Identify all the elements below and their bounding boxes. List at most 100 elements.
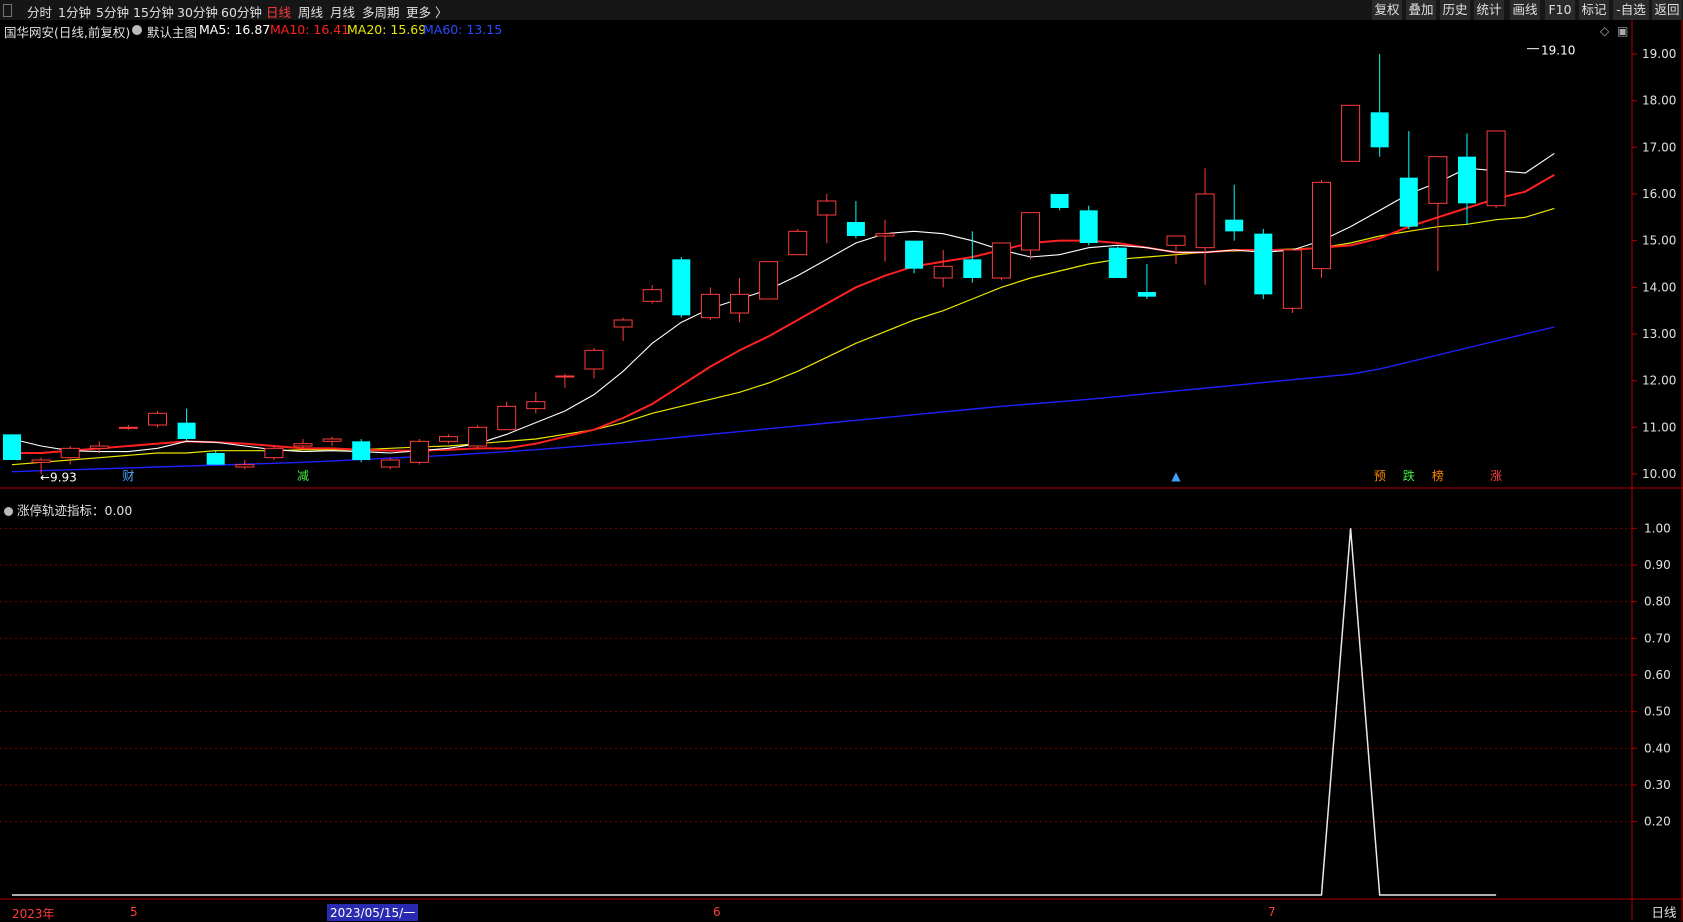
candle-up: [817, 194, 837, 243]
more-menu[interactable]: 更多 〉: [406, 2, 447, 21]
event-marker: ▲: [1171, 469, 1181, 483]
candle-up: [991, 242, 1011, 281]
period-mode-tab[interactable]: 日线: [1645, 904, 1683, 921]
y-tick-label: 0.80: [1644, 595, 1671, 609]
candle-up: [235, 460, 255, 470]
y-tick-label: 10.00: [1642, 467, 1676, 481]
event-marker: 减: [297, 469, 309, 483]
candle-body: [31, 459, 51, 463]
candle-up: [730, 278, 749, 323]
candle-body: [177, 422, 196, 439]
period-tab[interactable]: 月线: [330, 2, 355, 21]
candle-down: [1399, 131, 1418, 229]
candle-up: [497, 401, 517, 431]
period-tab[interactable]: 分时: [27, 2, 52, 21]
candle-down: [206, 450, 225, 465]
f10-button[interactable]: F10: [1545, 0, 1575, 20]
candle-up: [1282, 249, 1302, 313]
history-button[interactable]: 历史: [1440, 0, 1470, 20]
y-tick-label: 13.00: [1642, 327, 1676, 341]
chart-window: { "toolbar": { "periods": ["分时","1分钟","5…: [0, 0, 1683, 921]
candle-down: [1079, 205, 1098, 246]
candle-up: [118, 425, 138, 430]
period-tab[interactable]: 1分钟: [58, 2, 91, 21]
ma5-value: MA5: 16.87: [199, 22, 271, 37]
template-name[interactable]: 默认主图: [147, 22, 197, 41]
candle-down: [3, 434, 21, 460]
candle-up: [1312, 180, 1331, 278]
candle-body: [1137, 292, 1156, 297]
candle-body: [118, 426, 138, 429]
high-price-label: 19.10: [1541, 44, 1575, 58]
candle-body: [584, 349, 604, 370]
candle-body: [1108, 247, 1127, 278]
period-tab[interactable]: 15分钟: [133, 2, 174, 21]
template-dropdown-icon[interactable]: [132, 25, 142, 35]
candle-up: [1021, 212, 1040, 260]
candle-up: [1486, 130, 1506, 208]
candle-down: [1458, 133, 1476, 225]
candle-up: [700, 287, 720, 320]
stats-button[interactable]: 统计: [1474, 0, 1504, 20]
candle-body: [352, 441, 371, 460]
event-marker: 跌: [1403, 468, 1415, 483]
y-tick-label: 0.40: [1644, 741, 1671, 755]
candle-down: [1050, 194, 1069, 211]
candle-up: [788, 229, 808, 256]
toolbar-grip-icon[interactable]: [3, 4, 12, 17]
month-label: 7: [1268, 905, 1276, 919]
month-label: 5: [130, 905, 138, 919]
y-tick-label: 18.00: [1642, 94, 1676, 108]
top-toolbar: 分时 1分钟 5分钟 15分钟 30分钟 60分钟 日线 周线 月线 多周期 更…: [0, 0, 1683, 20]
candle-body: [1312, 181, 1331, 270]
candle-body: [905, 240, 924, 269]
back-button[interactable]: 返回: [1652, 0, 1682, 20]
watchlist-button[interactable]: -自选: [1613, 0, 1649, 20]
mark-button[interactable]: 标记: [1579, 0, 1609, 20]
period-tab[interactable]: 多周期: [362, 2, 400, 21]
low-price-label: ←9.93: [40, 470, 77, 484]
candle-body: [991, 242, 1011, 279]
candle-body: [700, 293, 720, 319]
candle-up: [759, 261, 779, 300]
candle-body: [788, 230, 808, 256]
candle-body: [1341, 104, 1361, 162]
candle-down: [1225, 184, 1244, 241]
candle-body: [730, 293, 749, 314]
candle-up: [148, 411, 167, 428]
period-tab[interactable]: 60分钟: [221, 2, 262, 21]
overlay-button[interactable]: 叠加: [1406, 0, 1436, 20]
period-tab[interactable]: 周线: [298, 2, 323, 21]
candle-up: [1428, 156, 1448, 271]
indicator-menu-icon[interactable]: [4, 507, 13, 516]
stock-title: 国华网安(日线,前复权): [4, 25, 131, 40]
selected-date: 2023/05/15/一: [327, 904, 419, 921]
candle-body: [89, 445, 109, 449]
candle-body: [672, 259, 691, 316]
candle-up: [526, 392, 546, 414]
year-label: 2023年: [12, 907, 55, 921]
candle-up: [555, 373, 575, 388]
period-tab[interactable]: 5分钟: [96, 2, 129, 21]
candle-down: [963, 231, 982, 283]
candle-body: [206, 453, 225, 465]
candle-body: [1166, 235, 1186, 246]
draw-button[interactable]: 画线: [1510, 0, 1540, 20]
candle-body: [293, 443, 313, 447]
period-tab-active[interactable]: 日线: [266, 2, 291, 21]
candle-up: [468, 425, 488, 449]
period-tab[interactable]: 30分钟: [177, 2, 218, 21]
y-tick-label: 1.00: [1644, 521, 1671, 535]
candle-down: [352, 439, 371, 463]
candle-up: [584, 348, 604, 379]
adjust-button[interactable]: 复权: [1372, 0, 1402, 20]
candle-down: [177, 408, 196, 442]
y-tick-label: 0.90: [1644, 558, 1671, 572]
ma20-value: MA20: 15.69: [347, 22, 427, 37]
ma10-value: MA10: 16.41: [270, 22, 350, 37]
candle-body: [613, 319, 633, 328]
y-tick-label: 0.70: [1644, 631, 1671, 645]
candle-up: [1341, 104, 1361, 162]
y-tick-label: 0.60: [1644, 668, 1671, 682]
candle-up: [89, 441, 109, 453]
